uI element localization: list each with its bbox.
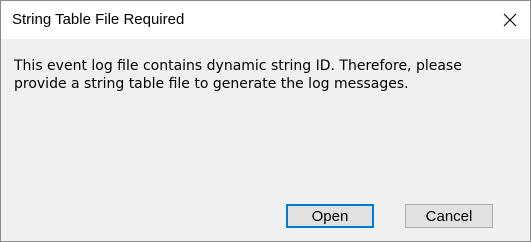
message-line-2: provide a string table file to generate … <box>14 76 409 92</box>
message-line-1: This event log file contains dynamic str… <box>14 58 462 74</box>
close-button[interactable] <box>490 1 530 39</box>
close-icon <box>503 13 517 27</box>
string-table-dialog: String Table File Required This event lo… <box>0 0 531 242</box>
dialog-message: This event log file contains dynamic str… <box>14 57 519 93</box>
title-bar: String Table File Required <box>1 1 530 39</box>
cancel-button[interactable]: Cancel <box>405 204 493 228</box>
dialog-title: String Table File Required <box>12 11 185 28</box>
open-button[interactable]: Open <box>286 204 374 228</box>
